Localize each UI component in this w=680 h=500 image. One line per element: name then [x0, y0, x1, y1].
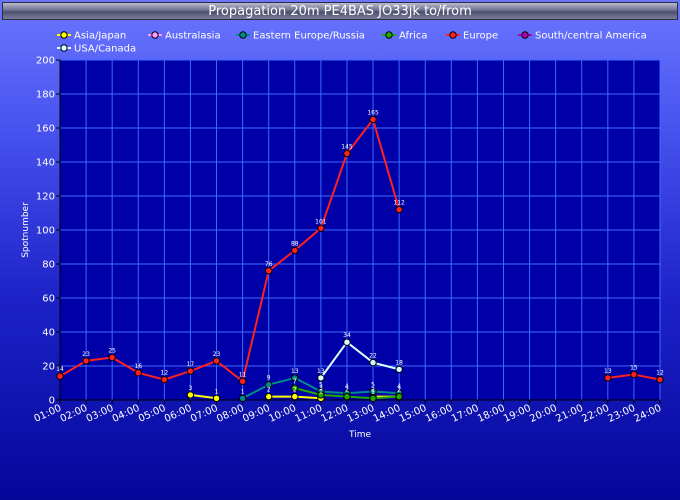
y-tick-label: 160	[36, 124, 55, 135]
data-point-africa	[395, 392, 403, 401]
legend-label-asia-japan: Asia/Japan	[74, 31, 126, 42]
data-point-europe	[604, 374, 612, 382]
data-label-europe: 12	[656, 370, 664, 377]
data-label-europe: 13	[604, 368, 612, 375]
data-label-eastern-europe-russia: 1	[241, 388, 245, 395]
data-label-europe: 17	[187, 361, 195, 368]
data-label-asia-japan: 3	[189, 385, 193, 392]
y-tick-label: 140	[36, 158, 55, 169]
data-label-eastern-europe-russia: 9	[267, 375, 271, 382]
data-point-europe	[343, 149, 351, 158]
y-tick-label: 40	[42, 328, 55, 339]
data-point-europe	[630, 370, 638, 379]
data-point-eastern-europe-russia	[238, 394, 247, 402]
data-label-europe: 15	[630, 365, 638, 372]
data-label-africa: 1	[371, 388, 375, 395]
data-point-africa	[343, 392, 351, 401]
x-axis-label: Time	[348, 430, 371, 440]
data-point-africa	[369, 394, 377, 402]
y-tick-label: 20	[42, 362, 55, 373]
data-point-asia-japan	[264, 392, 273, 401]
legend-label-eastern-europe-russia: Eastern Europe/Russia	[253, 31, 365, 42]
data-label-eastern-europe-russia: 13	[291, 368, 299, 375]
y-tick-label: 80	[42, 260, 55, 271]
data-point-europe	[134, 369, 142, 377]
data-point-europe	[160, 375, 169, 384]
data-label-africa: 2	[397, 387, 401, 394]
data-label-usa-canada: 22	[369, 353, 377, 360]
line-chart: 02040608010012014016018020001:0002:0003:…	[21, 31, 664, 441]
data-point-asia-japan	[291, 392, 299, 401]
data-point-usa-canada	[343, 338, 351, 346]
y-tick-label: 180	[36, 90, 55, 101]
data-label-europe: 23	[213, 351, 221, 358]
data-point-europe	[369, 115, 377, 124]
data-label-europe: 16	[134, 363, 142, 370]
legend-label-usa-canada: USA/Canada	[74, 44, 136, 55]
legend-marker-australasia	[151, 31, 159, 39]
data-label-africa: 3	[319, 385, 323, 392]
legend-marker-asia-japan	[60, 31, 68, 39]
data-label-usa-canada: 13	[317, 368, 325, 375]
data-point-usa-canada	[317, 374, 325, 382]
legend-marker-europe	[449, 31, 457, 39]
data-point-usa-canada	[369, 358, 377, 367]
data-point-europe	[395, 205, 403, 214]
y-tick-label: 100	[36, 226, 55, 237]
data-label-europe: 88	[291, 240, 299, 247]
x-tick-label: 24:00	[632, 403, 663, 425]
data-point-europe	[656, 375, 664, 384]
data-label-europe: 11	[239, 371, 247, 378]
legend-label-south-central-america: South/central America	[535, 31, 647, 42]
data-point-europe	[264, 267, 273, 275]
legend-marker-usa-canada	[60, 44, 68, 52]
data-label-asia-japan: 1	[215, 388, 219, 395]
data-label-africa: 7	[293, 378, 297, 385]
data-label-asia-japan: 2	[293, 387, 297, 394]
data-label-europe: 23	[82, 351, 90, 358]
data-point-europe	[108, 353, 116, 362]
data-point-usa-canada	[395, 365, 403, 374]
y-axis-label: Spotnumber	[21, 202, 31, 258]
data-label-africa: 2	[345, 387, 349, 394]
data-point-europe	[317, 224, 325, 233]
data-label-asia-japan: 2	[267, 387, 271, 394]
data-point-asia-japan	[186, 391, 195, 399]
legend-label-europe: Europe	[463, 31, 498, 42]
data-label-europe: 112	[393, 200, 405, 207]
y-tick-label: 200	[36, 56, 55, 67]
data-label-europe: 145	[341, 144, 353, 151]
data-label-europe: 14	[56, 366, 64, 373]
legend-label-australasia: Australasia	[165, 31, 221, 42]
y-tick-label: 120	[36, 192, 55, 203]
data-point-europe	[238, 377, 247, 385]
data-label-usa-canada: 18	[395, 359, 403, 366]
legend-marker-africa	[385, 31, 393, 39]
data-label-europe: 101	[315, 218, 327, 225]
legend-marker-south-central-america	[521, 31, 529, 39]
data-point-europe	[212, 357, 221, 365]
data-label-usa-canada: 34	[343, 332, 351, 339]
data-point-europe	[291, 246, 299, 255]
data-label-europe: 25	[108, 348, 116, 355]
data-label-europe: 165	[367, 110, 379, 117]
data-point-europe	[56, 372, 64, 380]
data-point-europe	[186, 367, 195, 375]
data-label-europe: 12	[161, 370, 169, 377]
legend-label-africa: Africa	[399, 31, 428, 42]
data-point-europe	[82, 357, 90, 365]
data-point-asia-japan	[212, 394, 221, 402]
legend-marker-eastern-europe-russia	[239, 31, 247, 39]
data-label-europe: 76	[265, 261, 273, 268]
y-tick-label: 60	[42, 294, 55, 305]
